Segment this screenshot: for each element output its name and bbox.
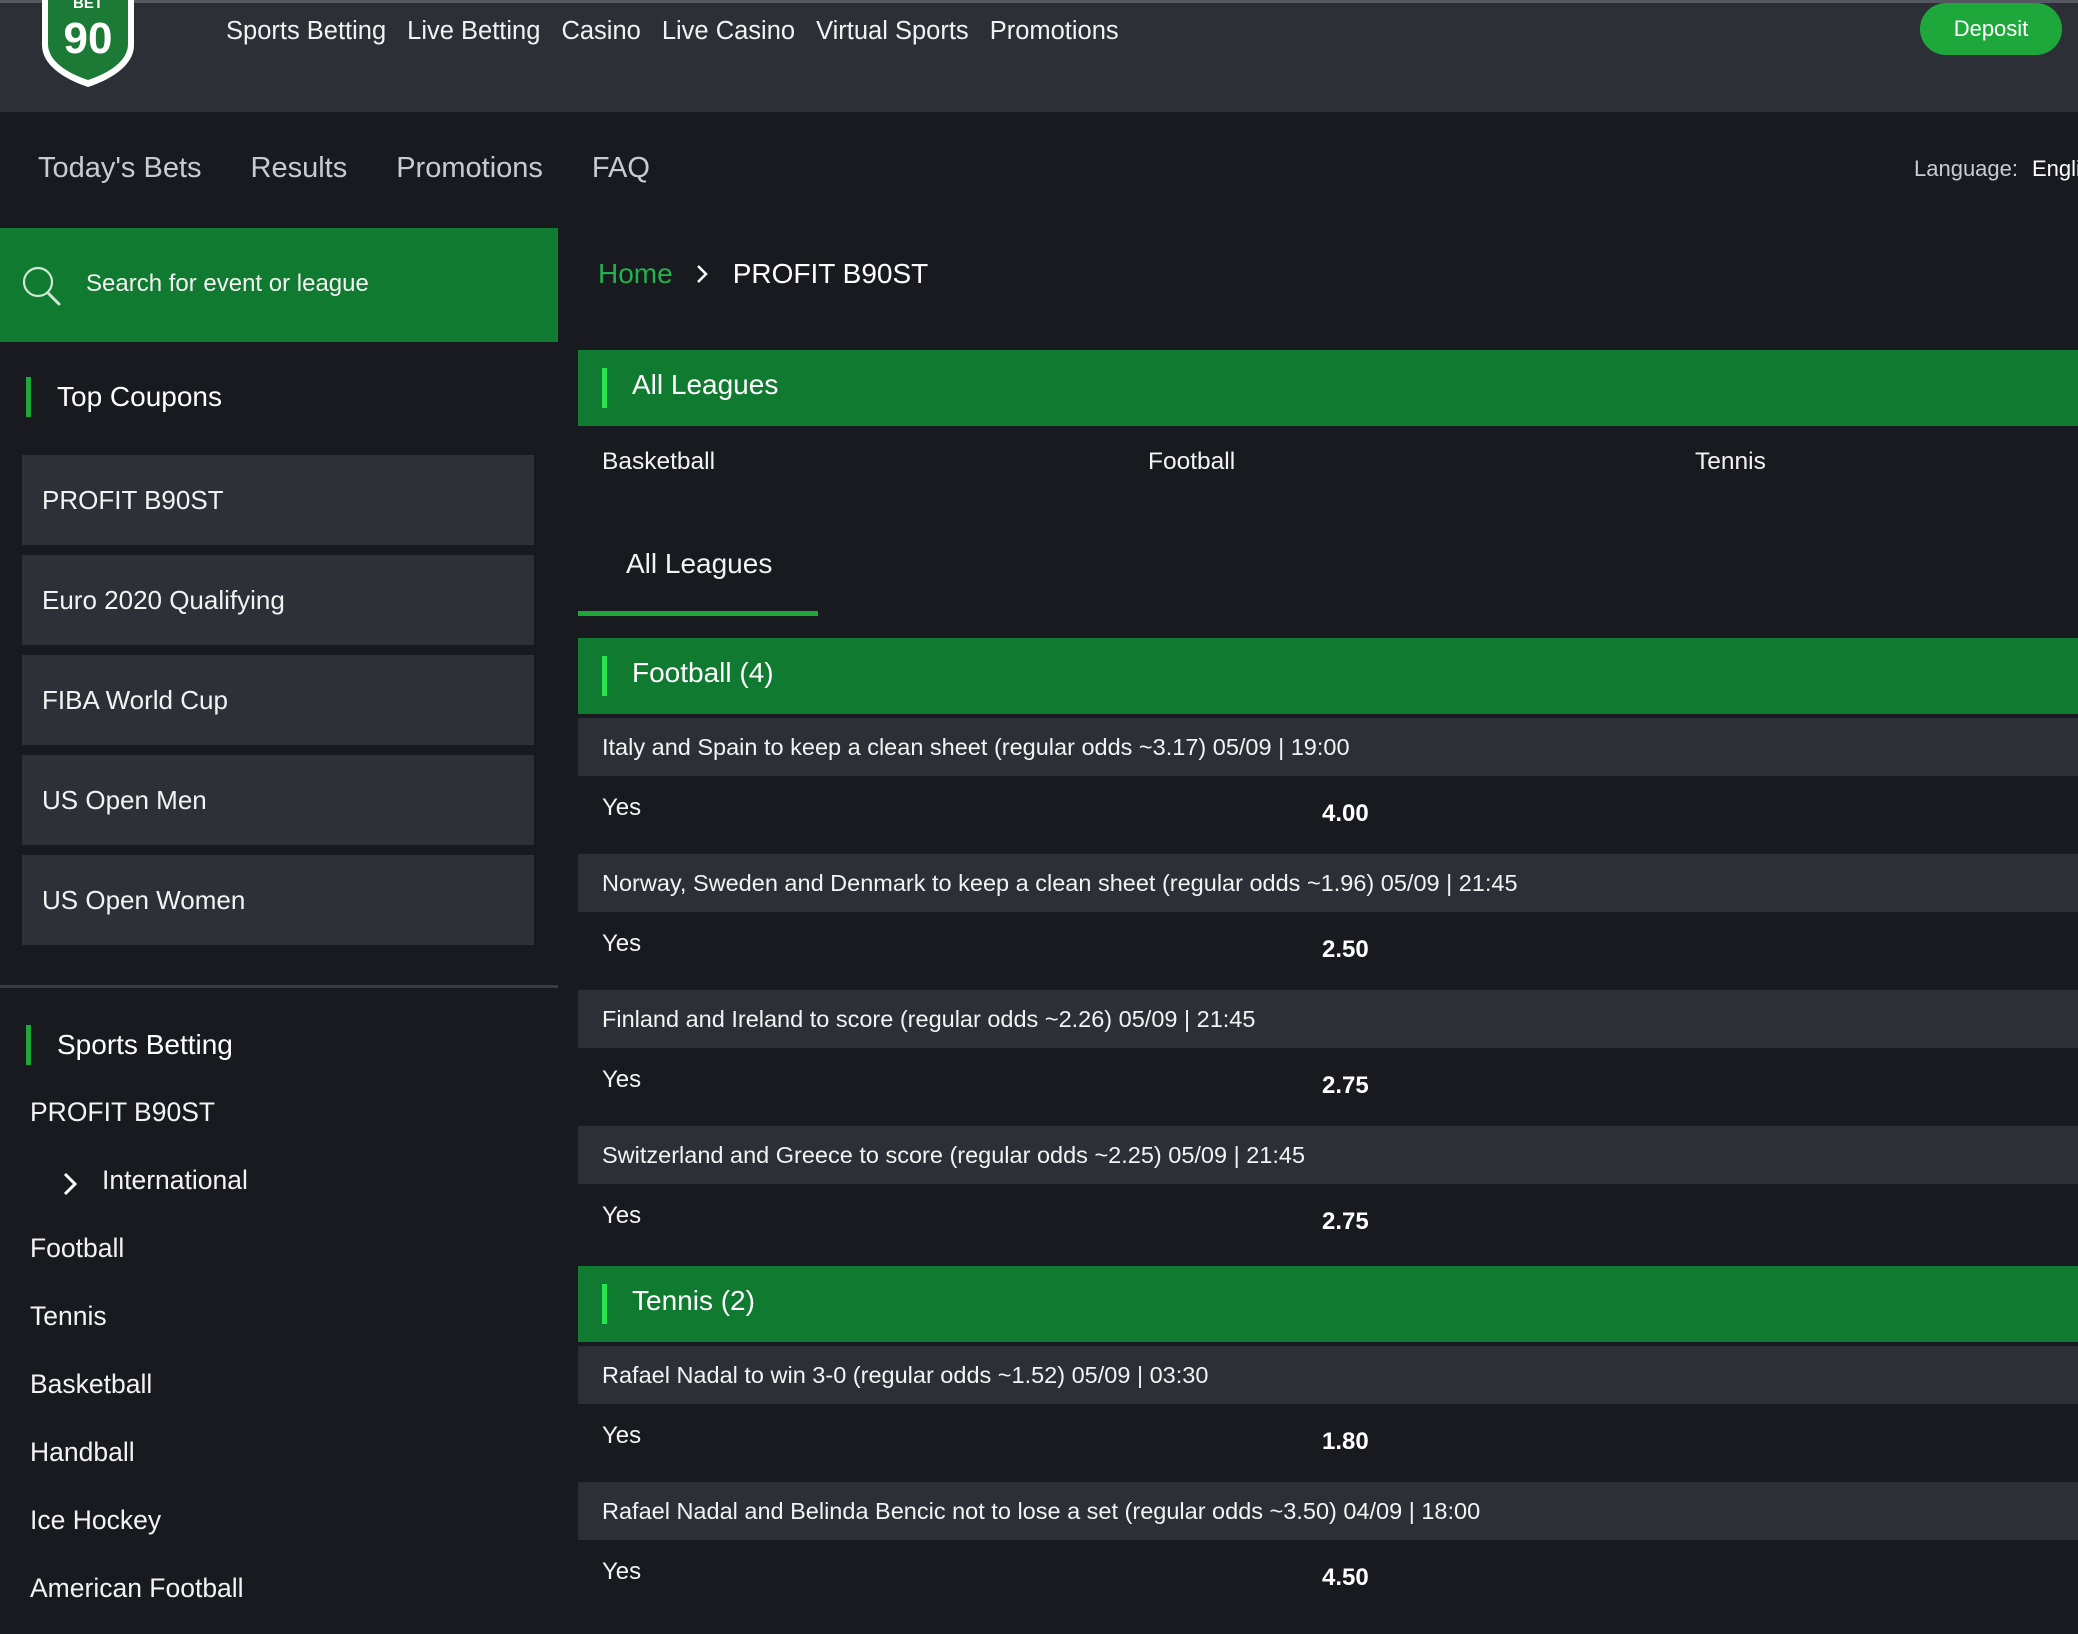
sub-nav-todays-bets[interactable]: Today's Bets [38,152,202,185]
group-title: Tennis (2) [632,1285,755,1316]
sport-tab-tennis[interactable]: Tennis [1695,448,1766,476]
selection-row[interactable]: Yes 4.00 [578,776,2078,848]
selection-row[interactable]: Yes 2.75 [578,1184,2078,1256]
search-icon [20,264,64,308]
sub-header: Today's Bets Results Promotions FAQ Lang… [0,112,2078,228]
coupon-us-open-men[interactable]: US Open Men [22,755,534,845]
event-row: Rafael Nadal to win 3-0 (regular odds ~1… [578,1346,2078,1404]
event-row: Norway, Sweden and Denmark to keep a cle… [578,854,2078,912]
top-nav: Sports Betting Live Betting Casino Live … [226,17,1119,46]
language-selector[interactable]: Language: Engli [1914,156,2078,182]
selection-name: Yes [602,1422,642,1449]
top-coupons-heading: Top Coupons [26,377,222,417]
sidebar-divider [0,985,558,988]
sidebar-item-handball[interactable]: Handball [30,1437,135,1468]
sport-tab-basketball[interactable]: Basketball [602,448,715,476]
selection-row[interactable]: Yes 4.50 [578,1540,2078,1612]
coupon-profit-b90st[interactable]: PROFIT B90ST [22,455,534,545]
sidebar-item-tennis[interactable]: Tennis [30,1301,107,1332]
accent-bar [602,1284,607,1324]
language-label: Language: [1914,156,2018,181]
selection-name: Yes [602,1202,642,1229]
search-placeholder: Search for event or league [86,270,369,297]
selection-row[interactable]: Yes 2.50 [578,912,2078,984]
sub-nav: Today's Bets Results Promotions FAQ [38,152,650,185]
top-nav-promotions[interactable]: Promotions [990,17,1119,46]
selection-odds[interactable]: 1.80 [1322,1428,1369,1456]
active-tab-indicator [578,611,818,616]
coupon-euro-2020-qualifying[interactable]: Euro 2020 Qualifying [22,555,534,645]
bet90-logo[interactable]: BET 90 [38,0,138,89]
sidebar-item-ice-hockey[interactable]: Ice Hockey [30,1505,161,1536]
chevron-right-icon [695,260,709,283]
selection-name: Yes [602,930,642,957]
sidebar-item-profit-b90st[interactable]: PROFIT B90ST [30,1097,215,1128]
selection-name: Yes [602,1066,642,1093]
sub-nav-faq[interactable]: FAQ [592,152,650,185]
event-row: Finland and Ireland to score (regular od… [578,990,2078,1048]
all-leagues-header: All Leagues [578,350,2078,426]
breadcrumb-current: PROFIT B90ST [732,258,929,289]
selection-name: Yes [602,794,642,821]
coupon-us-open-women[interactable]: US Open Women [22,855,534,945]
selection-odds[interactable]: 2.75 [1322,1072,1369,1100]
selection-row[interactable]: Yes 1.80 [578,1404,2078,1476]
event-row: Rafael Nadal and Belinda Bencic not to l… [578,1482,2078,1540]
all-leagues-title: All Leagues [632,369,779,400]
logo-text-top: BET [73,0,103,12]
breadcrumb: Home PROFIT B90ST [598,258,928,290]
top-nav-live-betting[interactable]: Live Betting [407,17,540,46]
selection-odds[interactable]: 4.00 [1322,800,1369,828]
selection-odds[interactable]: 2.75 [1322,1208,1369,1236]
sidebar-item-international[interactable]: International [102,1165,248,1196]
group-header-football: Football (4) [578,638,2078,714]
group-header-tennis: Tennis (2) [578,1266,2078,1342]
sub-nav-promotions[interactable]: Promotions [396,152,543,185]
event-row: Switzerland and Greece to score (regular… [578,1126,2078,1184]
selection-odds[interactable]: 4.50 [1322,1564,1369,1592]
chevron-right-icon[interactable] [62,1171,78,1197]
logo-text-main: 90 [64,14,113,63]
sidebar-item-football[interactable]: Football [30,1233,124,1264]
accent-bar [602,656,607,696]
breadcrumb-home[interactable]: Home [598,258,673,289]
top-nav-virtual-sports[interactable]: Virtual Sports [816,17,969,46]
selection-odds[interactable]: 2.50 [1322,936,1369,964]
group-title: Football (4) [632,657,774,688]
selection-row[interactable]: Yes 2.75 [578,1048,2078,1120]
sports-betting-heading: Sports Betting [26,1025,233,1065]
tab-all-leagues[interactable]: All Leagues [626,548,772,580]
sub-nav-results[interactable]: Results [251,152,348,185]
top-nav-casino[interactable]: Casino [561,17,640,46]
top-header: BET 90 Sports Betting Live Betting Casin… [0,0,2078,112]
top-nav-live-casino[interactable]: Live Casino [662,17,795,46]
sidebar-item-basketball[interactable]: Basketball [30,1369,152,1400]
accent-bar [602,368,607,408]
language-value: Engli [2032,156,2078,181]
sport-tab-football[interactable]: Football [1148,448,1235,476]
selection-name: Yes [602,1558,642,1585]
deposit-button[interactable]: Deposit [1920,3,2062,55]
search-input[interactable]: Search for event or league [0,228,558,342]
top-nav-sports-betting[interactable]: Sports Betting [226,17,386,46]
sidebar-item-american-football[interactable]: American Football [30,1573,244,1604]
coupon-fiba-world-cup[interactable]: FIBA World Cup [22,655,534,745]
event-row: Italy and Spain to keep a clean sheet (r… [578,718,2078,776]
